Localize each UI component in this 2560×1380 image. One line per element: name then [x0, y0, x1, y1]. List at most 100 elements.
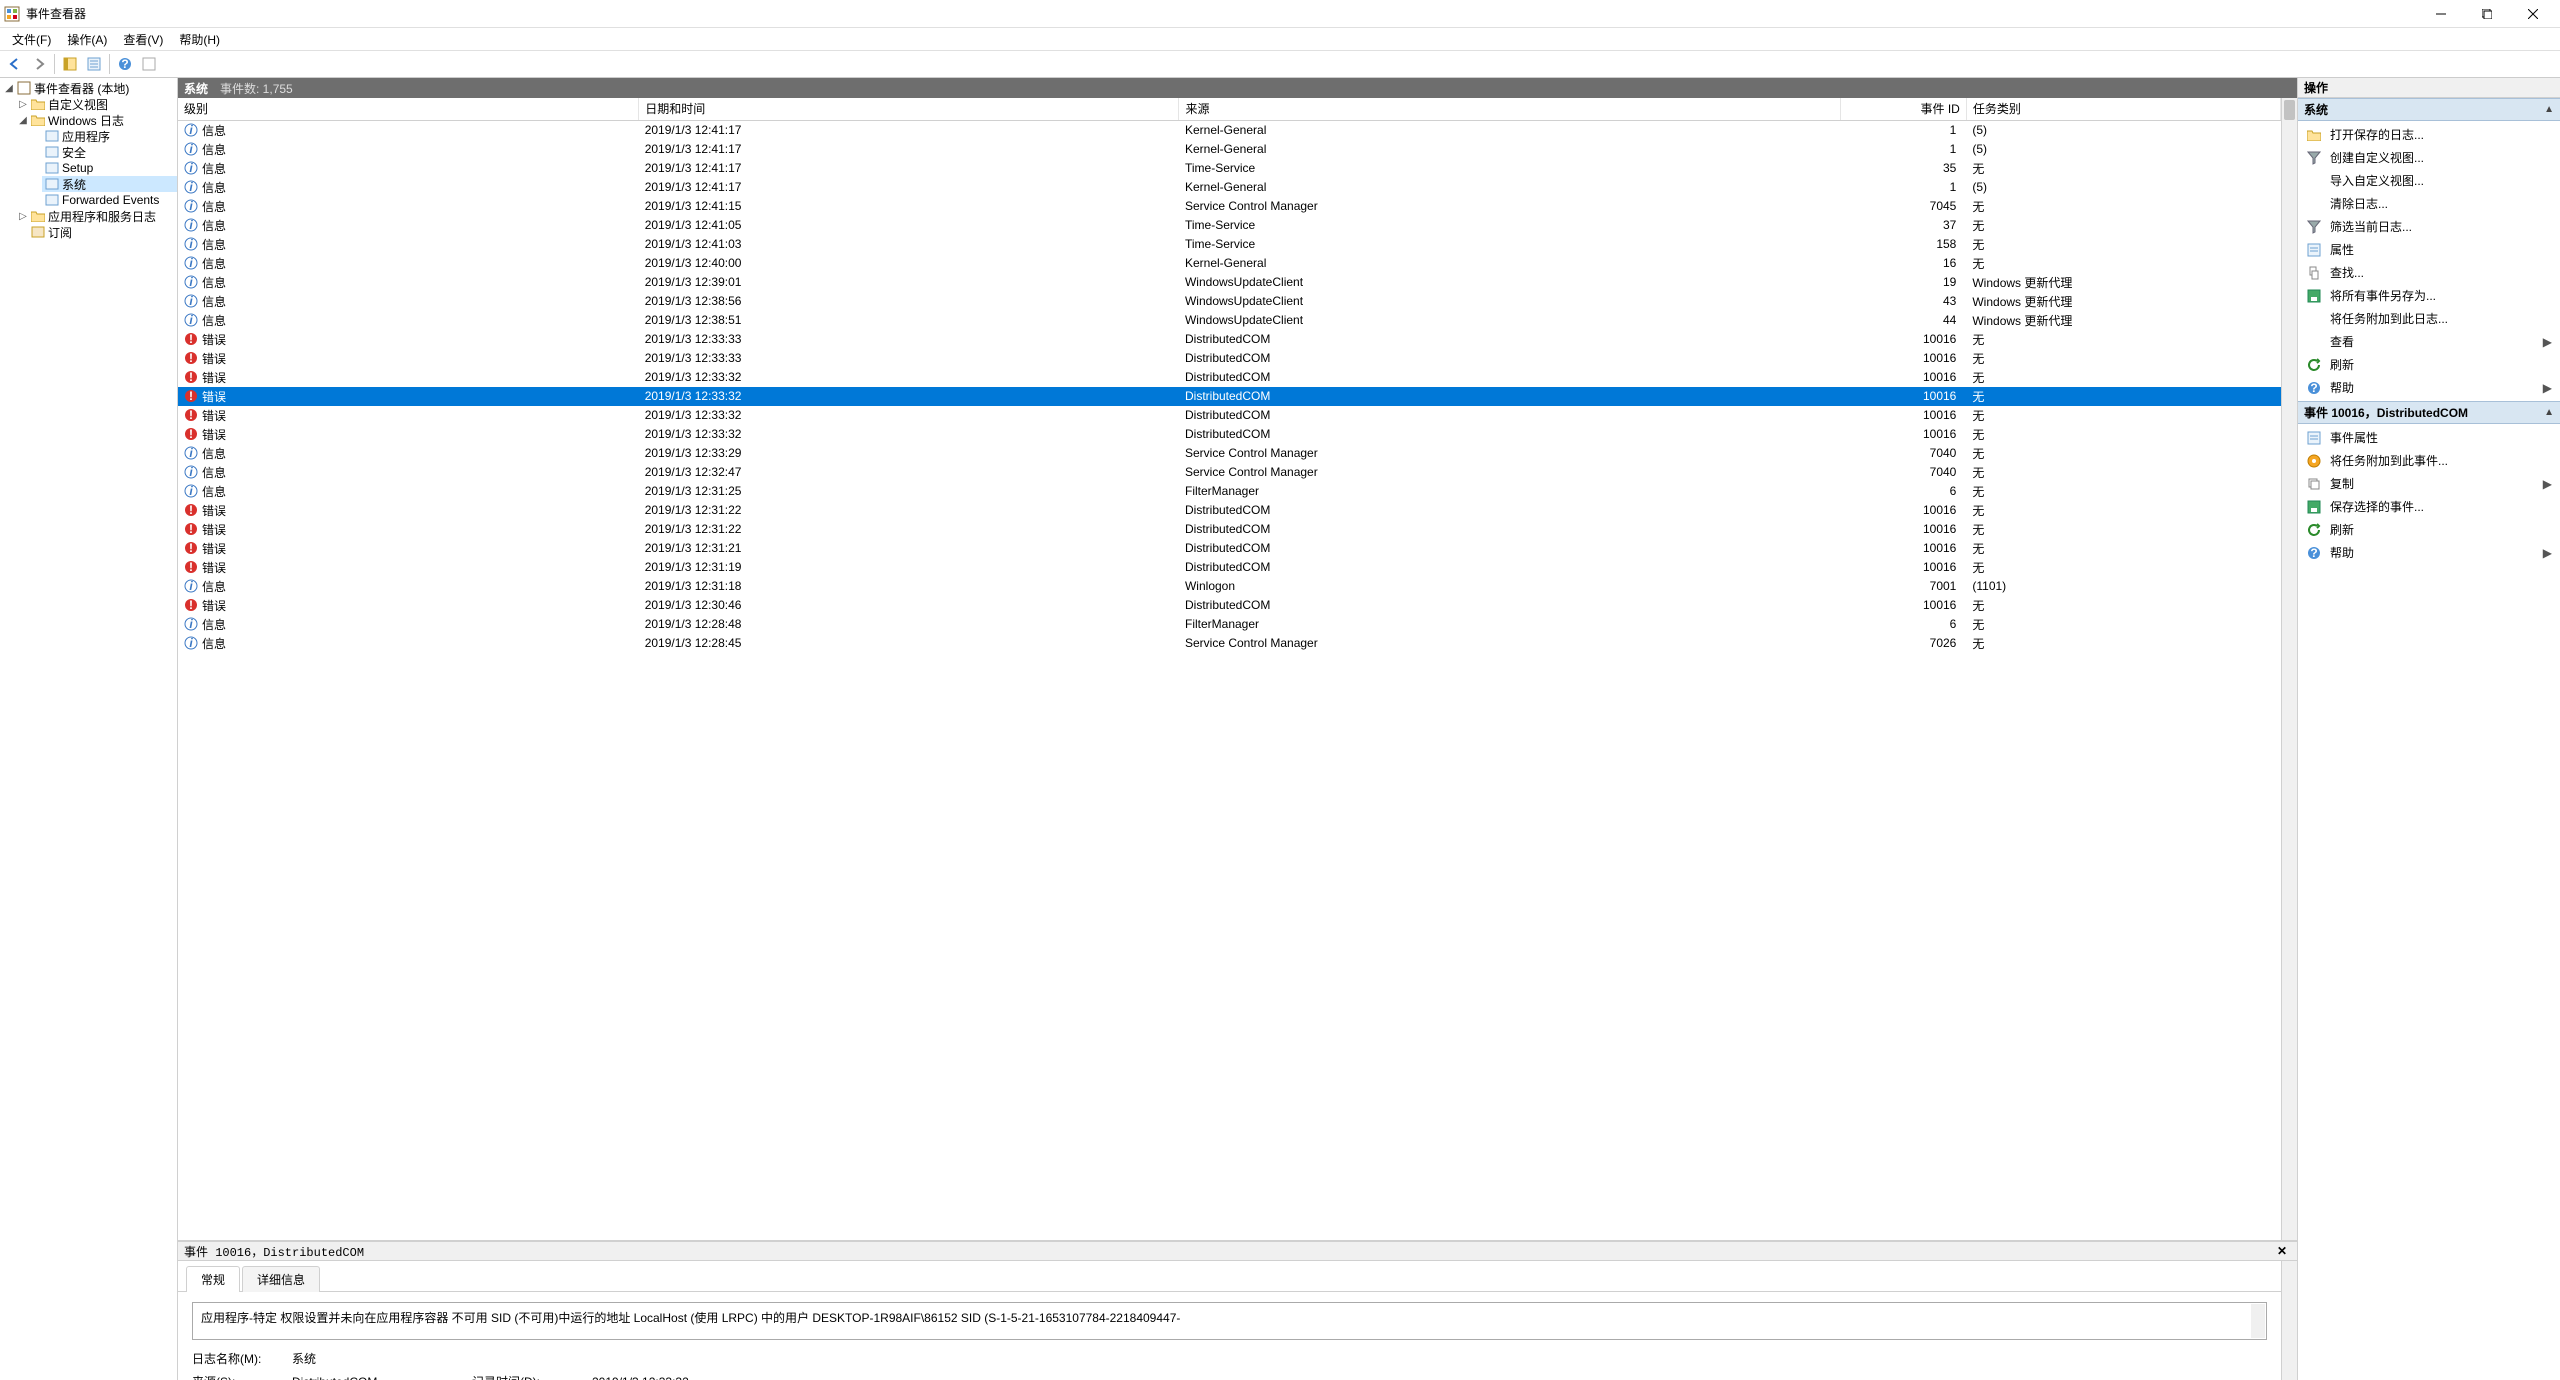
- table-row[interactable]: i信息2019/1/3 12:32:47Service Control Mana…: [178, 463, 2281, 482]
- table-row[interactable]: !错误2019/1/3 12:31:22DistributedCOM10016无: [178, 520, 2281, 539]
- expander-icon[interactable]: ▷: [16, 99, 30, 110]
- cell-source: DistributedCOM: [1179, 596, 1841, 615]
- col-header-category[interactable]: 任务类别: [1966, 98, 2280, 120]
- scrollbar[interactable]: [2251, 1304, 2265, 1338]
- expander-icon[interactable]: ▷: [16, 211, 30, 222]
- action-item[interactable]: 将任务附加到此日志...: [2298, 307, 2560, 330]
- tab-general[interactable]: 常规: [186, 1266, 240, 1292]
- tree-log-system[interactable]: 系统: [42, 176, 177, 192]
- expander-icon[interactable]: ◢: [2, 83, 16, 94]
- col-header-source[interactable]: 来源: [1179, 98, 1841, 120]
- action-item[interactable]: 刷新: [2298, 518, 2560, 541]
- table-row[interactable]: i信息2019/1/3 12:41:15Service Control Mana…: [178, 197, 2281, 216]
- table-row[interactable]: !错误2019/1/3 12:31:19DistributedCOM10016无: [178, 558, 2281, 577]
- table-row[interactable]: i信息2019/1/3 12:31:18Winlogon7001(1101): [178, 577, 2281, 596]
- col-header-date[interactable]: 日期和时间: [639, 98, 1179, 120]
- scrollbar-thumb[interactable]: [2284, 100, 2295, 120]
- cell-id: 10016: [1841, 425, 1967, 444]
- actions-section-event[interactable]: 事件 10016，DistributedCOM ▲: [2298, 401, 2560, 424]
- table-row[interactable]: i信息2019/1/3 12:41:17Kernel-General1(5): [178, 178, 2281, 197]
- action-item[interactable]: 属性: [2298, 238, 2560, 261]
- table-row[interactable]: i信息2019/1/3 12:38:51WindowsUpdateClient4…: [178, 311, 2281, 330]
- table-row[interactable]: !错误2019/1/3 12:31:22DistributedCOM10016无: [178, 501, 2281, 520]
- tree-log-setup[interactable]: Setup: [42, 160, 177, 176]
- properties-button[interactable]: [83, 53, 105, 75]
- table-row[interactable]: i信息2019/1/3 12:39:01WindowsUpdateClient1…: [178, 273, 2281, 292]
- action-item[interactable]: 打开保存的日志...: [2298, 123, 2560, 146]
- collapse-icon[interactable]: ▲: [2544, 407, 2554, 418]
- table-row[interactable]: i信息2019/1/3 12:31:25FilterManager6无: [178, 482, 2281, 501]
- back-button[interactable]: [4, 53, 26, 75]
- action-item[interactable]: 查看▶: [2298, 330, 2560, 353]
- tree-windows-logs[interactable]: ◢ Windows 日志: [14, 112, 177, 128]
- tree-root[interactable]: ◢ 事件查看器 (本地): [0, 80, 177, 96]
- col-header-id[interactable]: 事件 ID: [1841, 98, 1967, 120]
- close-detail-button[interactable]: ✕: [2273, 1242, 2291, 1260]
- table-row[interactable]: !错误2019/1/3 12:33:32DistributedCOM10016无: [178, 387, 2281, 406]
- cell-level: 信息: [202, 274, 226, 291]
- menu-view[interactable]: 查看(V): [115, 29, 171, 50]
- table-row[interactable]: i信息2019/1/3 12:28:48FilterManager6无: [178, 615, 2281, 634]
- close-button[interactable]: [2510, 0, 2556, 28]
- menu-action[interactable]: 操作(A): [59, 29, 115, 50]
- table-row[interactable]: !错误2019/1/3 12:33:32DistributedCOM10016无: [178, 425, 2281, 444]
- action-item[interactable]: 创建自定义视图...: [2298, 146, 2560, 169]
- tree-custom-views[interactable]: ▷ 自定义视图: [14, 96, 177, 112]
- table-row[interactable]: i信息2019/1/3 12:41:17Time-Service35无: [178, 159, 2281, 178]
- help-button[interactable]: ?: [114, 53, 136, 75]
- tree-pane[interactable]: ◢ 事件查看器 (本地) ▷ 自定义视图: [0, 78, 178, 1380]
- table-row[interactable]: i信息2019/1/3 12:41:17Kernel-General1(5): [178, 140, 2281, 159]
- show-hide-tree-button[interactable]: [59, 53, 81, 75]
- tab-details[interactable]: 详细信息: [242, 1266, 320, 1292]
- cell-date: 2019/1/3 12:41:17: [639, 159, 1179, 178]
- table-row[interactable]: i信息2019/1/3 12:40:00Kernel-General16无: [178, 254, 2281, 273]
- table-row[interactable]: !错误2019/1/3 12:31:21DistributedCOM10016无: [178, 539, 2281, 558]
- action-item[interactable]: 复制▶: [2298, 472, 2560, 495]
- action-item[interactable]: ?帮助▶: [2298, 376, 2560, 399]
- table-row[interactable]: i信息2019/1/3 12:41:17Kernel-General1(5): [178, 120, 2281, 140]
- error-icon: !: [184, 427, 198, 441]
- action-item[interactable]: 清除日志...: [2298, 192, 2560, 215]
- scrollbar[interactable]: [2281, 98, 2297, 1240]
- maximize-button[interactable]: [2464, 0, 2510, 28]
- table-row[interactable]: !错误2019/1/3 12:30:46DistributedCOM10016无: [178, 596, 2281, 615]
- actions-section-system[interactable]: 系统 ▲: [2298, 98, 2560, 121]
- table-row[interactable]: !错误2019/1/3 12:33:32DistributedCOM10016无: [178, 368, 2281, 387]
- action-item[interactable]: 将任务附加到此事件...: [2298, 449, 2560, 472]
- cell-level: 信息: [202, 312, 226, 329]
- table-row[interactable]: i信息2019/1/3 12:28:45Service Control Mana…: [178, 634, 2281, 653]
- table-row[interactable]: !错误2019/1/3 12:33:33DistributedCOM10016无: [178, 330, 2281, 349]
- table-row[interactable]: !错误2019/1/3 12:33:32DistributedCOM10016无: [178, 406, 2281, 425]
- svg-text:!: !: [189, 598, 193, 612]
- action-item[interactable]: 事件属性: [2298, 426, 2560, 449]
- minimize-button[interactable]: [2418, 0, 2464, 28]
- menu-file[interactable]: 文件(F): [4, 29, 59, 50]
- cell-id: 6: [1841, 615, 1967, 634]
- collapse-icon[interactable]: ▲: [2544, 104, 2554, 115]
- tree-log-app[interactable]: 应用程序: [42, 128, 177, 144]
- tree-subscriptions[interactable]: ▷ 订阅: [14, 224, 177, 240]
- table-row[interactable]: i信息2019/1/3 12:33:29Service Control Mana…: [178, 444, 2281, 463]
- forward-button[interactable]: [28, 53, 50, 75]
- table-row[interactable]: i信息2019/1/3 12:38:56WindowsUpdateClient4…: [178, 292, 2281, 311]
- event-list[interactable]: 级别 日期和时间 来源 事件 ID 任务类别 i信息2019/1/3 12:41…: [178, 98, 2281, 1240]
- toolbar-extra-button[interactable]: [138, 53, 160, 75]
- cell-category: 无: [1966, 235, 2280, 254]
- action-item[interactable]: 导入自定义视图...: [2298, 169, 2560, 192]
- action-item[interactable]: 筛选当前日志...: [2298, 215, 2560, 238]
- tree-log-security[interactable]: 安全: [42, 144, 177, 160]
- tree-log-forwarded[interactable]: Forwarded Events: [42, 192, 177, 208]
- action-item[interactable]: 将所有事件另存为...: [2298, 284, 2560, 307]
- col-header-level[interactable]: 级别: [178, 98, 639, 120]
- menu-help[interactable]: 帮助(H): [171, 29, 228, 50]
- action-item[interactable]: 保存选择的事件...: [2298, 495, 2560, 518]
- table-row[interactable]: i信息2019/1/3 12:41:05Time-Service37无: [178, 216, 2281, 235]
- action-item[interactable]: 查找...: [2298, 261, 2560, 284]
- action-item[interactable]: 刷新: [2298, 353, 2560, 376]
- scrollbar[interactable]: [2281, 1261, 2297, 1380]
- tree-app-service-logs[interactable]: ▷ 应用程序和服务日志: [14, 208, 177, 224]
- expander-icon[interactable]: ◢: [16, 115, 30, 126]
- table-row[interactable]: i信息2019/1/3 12:41:03Time-Service158无: [178, 235, 2281, 254]
- table-row[interactable]: !错误2019/1/3 12:33:33DistributedCOM10016无: [178, 349, 2281, 368]
- action-item[interactable]: ?帮助▶: [2298, 541, 2560, 564]
